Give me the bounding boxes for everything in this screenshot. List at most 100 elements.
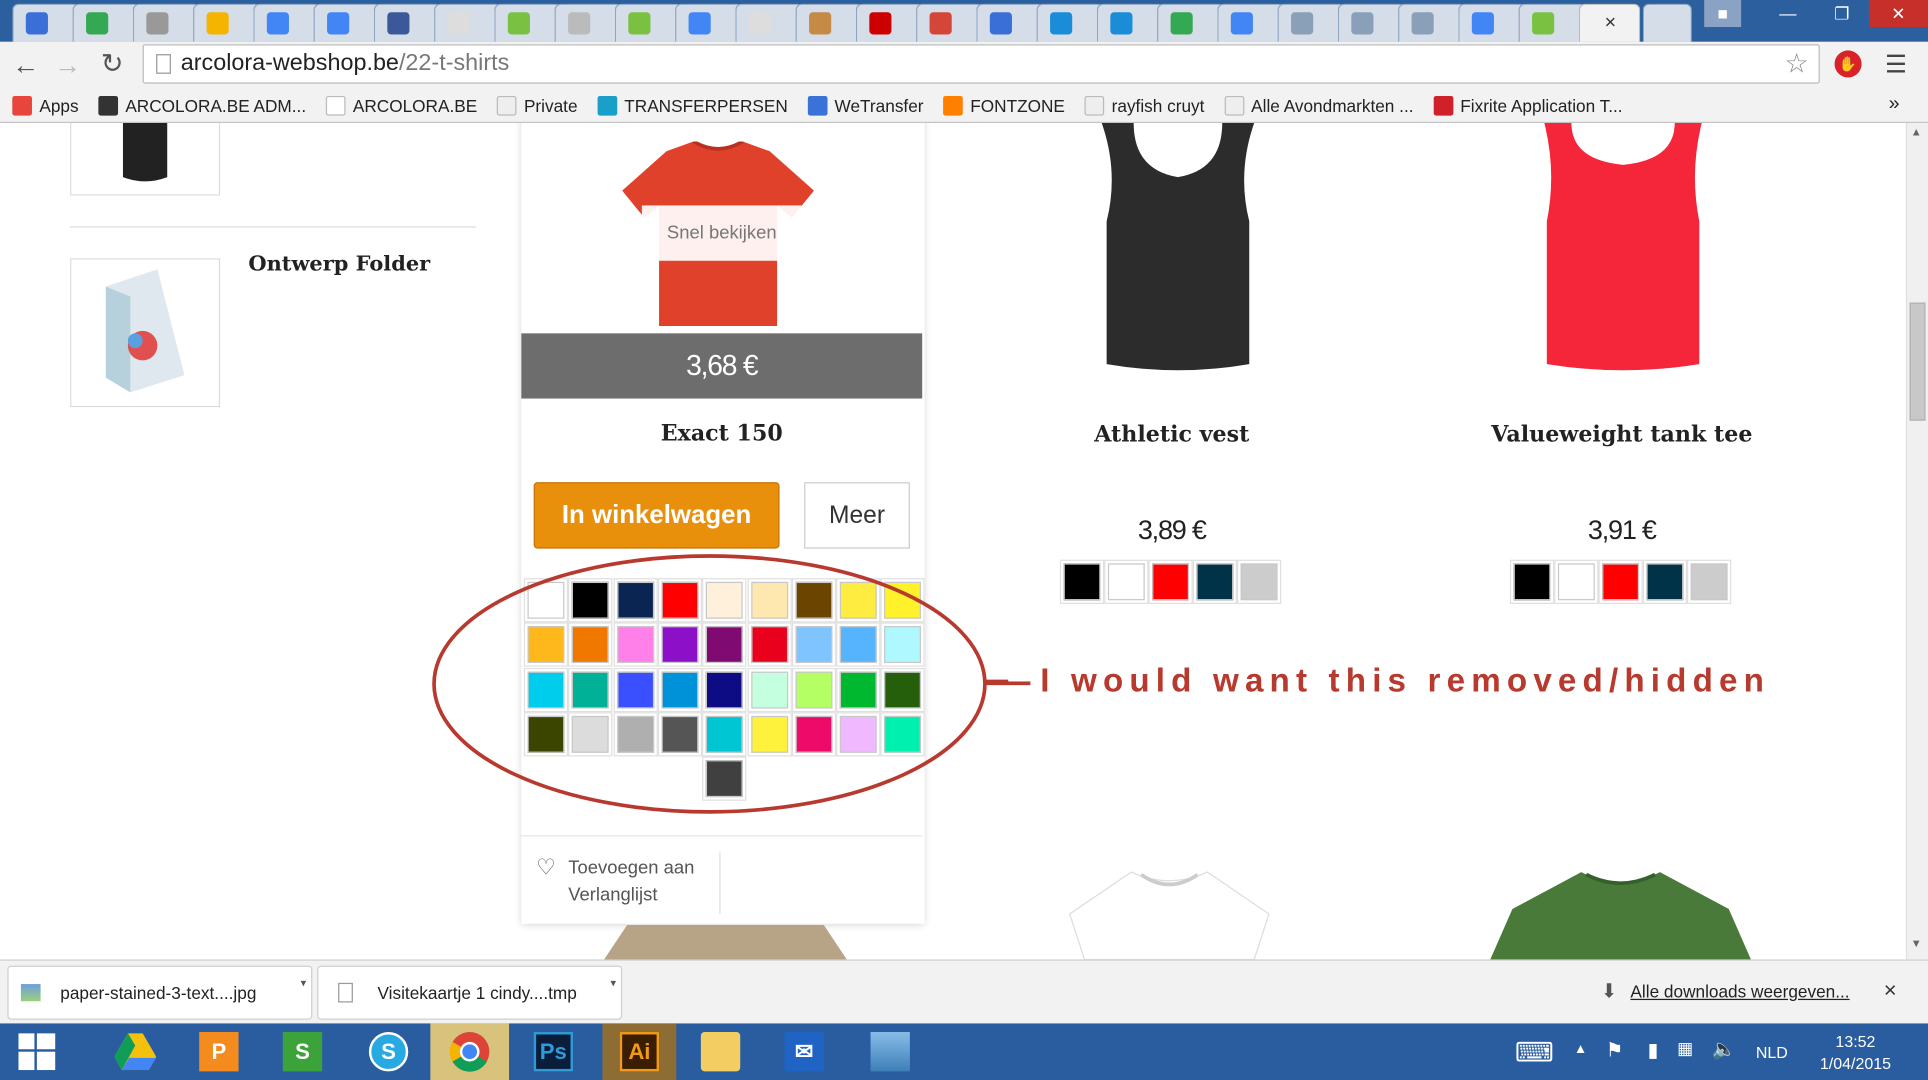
download-item-2-arrow-icon[interactable]: ▾ [610, 977, 616, 991]
bookmark-item[interactable]: Alle Avondmarkten ... [1224, 95, 1414, 116]
close-window-icon[interactable]: ✕ [1868, 0, 1928, 28]
keyboard-icon[interactable]: ⌨ [1515, 1037, 1554, 1069]
taskbar-chrome[interactable] [430, 1023, 510, 1080]
color-swatch[interactable] [1192, 559, 1237, 604]
taskbar-photoshop[interactable]: Ps [516, 1023, 590, 1080]
vertical-scrollbar[interactable]: ▲ ▼ [1905, 123, 1928, 960]
browser-tab[interactable] [313, 3, 382, 42]
taskbar-sheets[interactable]: S [266, 1023, 340, 1080]
start-button[interactable] [0, 1023, 74, 1080]
scroll-thumb[interactable] [1909, 302, 1926, 421]
browser-tab[interactable] [132, 3, 201, 42]
browser-tab[interactable] [1277, 3, 1346, 42]
browser-tab[interactable] [1217, 3, 1285, 42]
input-language[interactable]: NLD [1756, 1043, 1788, 1061]
taskbar-pages[interactable]: P [182, 1023, 256, 1080]
browser-tab[interactable] [554, 3, 623, 42]
wishlist-button[interactable]: ♡ Toevoegen aan Verlanglijst [536, 855, 694, 909]
browser-tab[interactable] [916, 3, 984, 42]
tray-up-icon[interactable]: ▲ [1574, 1042, 1587, 1057]
download-item-2[interactable]: Visitekaartje 1 cindy....tmp ▾ [317, 965, 623, 1020]
valueweight-tank-name[interactable]: Valueweight tank tee [1437, 422, 1806, 448]
sidebar-thumb-tank[interactable] [70, 123, 221, 196]
clock[interactable]: 13:52 1/04/2015 [1812, 1031, 1898, 1075]
browser-tab[interactable] [1398, 3, 1466, 42]
featured-product-name[interactable]: Exact 150 [521, 421, 922, 447]
battery-icon[interactable]: ▮ [1648, 1038, 1659, 1063]
browser-tab[interactable] [976, 3, 1044, 42]
bookmark-item[interactable]: Apps [12, 95, 79, 116]
taskbar-mail[interactable]: ✉ [767, 1023, 841, 1080]
star-icon[interactable]: ☆ [1784, 48, 1808, 80]
color-swatch[interactable] [1642, 559, 1687, 604]
browser-tab[interactable] [614, 3, 683, 42]
reload-icon[interactable]: ↻ [101, 48, 124, 80]
bookmark-item[interactable]: ARCOLORA.BE ADM... [98, 95, 306, 116]
browser-tab[interactable] [1458, 3, 1526, 42]
download-item-1[interactable]: paper-stained-3-text....jpg ▾ [7, 965, 313, 1020]
browser-tab[interactable] [1337, 3, 1406, 42]
color-swatch[interactable] [1104, 559, 1149, 604]
user-icon[interactable]: ■ [1704, 0, 1742, 28]
color-swatch[interactable] [1686, 559, 1732, 604]
new-tab-button[interactable] [1642, 3, 1692, 42]
athletic-vest-image[interactable] [1092, 123, 1264, 375]
color-swatch[interactable] [1059, 559, 1105, 604]
bookmark-item[interactable]: rayfish cruyt [1084, 95, 1204, 116]
color-swatch[interactable] [1236, 559, 1282, 604]
taskbar-skype[interactable]: S [352, 1023, 426, 1080]
browser-tab[interactable] [1518, 3, 1587, 42]
browser-tab[interactable] [373, 3, 442, 42]
browser-tab[interactable] [1157, 3, 1225, 42]
browser-tab[interactable] [675, 3, 743, 42]
scroll-down-icon[interactable]: ▼ [1911, 937, 1922, 949]
minimize-icon[interactable]: — [1761, 0, 1815, 27]
scroll-up-icon[interactable]: ▲ [1911, 125, 1922, 137]
add-to-cart-button[interactable]: In winkelwagen [533, 482, 780, 549]
beige-tshirt-image[interactable] [602, 925, 848, 960]
browser-tab[interactable] [434, 3, 502, 42]
browser-tab[interactable] [72, 3, 141, 42]
taskbar-explorer[interactable] [684, 1023, 758, 1080]
browser-tab[interactable] [12, 3, 80, 42]
download-item-1-arrow-icon[interactable]: ▾ [301, 977, 307, 991]
color-swatch[interactable] [1598, 559, 1643, 604]
bookmark-item[interactable]: Fixrite Application T... [1433, 95, 1623, 116]
maximize-icon[interactable]: ❐ [1815, 0, 1869, 27]
show-all-downloads-link[interactable]: Alle downloads weergeven... [1630, 982, 1849, 1002]
bookmarks-overflow-icon[interactable]: » [1889, 93, 1900, 115]
bookmark-item[interactable]: ARCOLORA.BE [325, 95, 477, 116]
color-swatch[interactable] [1509, 559, 1555, 604]
browser-tab[interactable] [735, 3, 803, 42]
flag-icon[interactable]: ⚑ [1606, 1038, 1624, 1063]
active-browser-tab[interactable]: × [1578, 3, 1641, 42]
athletic-vest-name[interactable]: Athletic vest [987, 422, 1356, 448]
extension-stop-icon[interactable]: ✋ [1834, 50, 1862, 78]
taskbar-photos[interactable] [853, 1023, 927, 1080]
browser-tab[interactable] [855, 3, 924, 42]
bookmark-item[interactable]: Private [496, 95, 578, 116]
signal-icon[interactable]: ▦ [1677, 1038, 1693, 1059]
green-tshirt-image[interactable] [1476, 865, 1766, 960]
browser-tab[interactable] [1096, 3, 1165, 42]
browser-tab[interactable] [253, 3, 321, 42]
valueweight-tank-image[interactable] [1537, 123, 1709, 375]
taskbar-illustrator[interactable]: Ai [602, 1023, 677, 1080]
color-swatch[interactable] [1148, 559, 1193, 604]
tab-close-icon[interactable]: × [1605, 12, 1616, 34]
browser-tab[interactable] [193, 3, 261, 42]
sidebar-item-title[interactable]: Ontwerp Folder [248, 252, 430, 277]
forward-icon[interactable]: → [54, 49, 81, 81]
browser-tab[interactable] [494, 3, 562, 42]
color-swatch[interactable] [1554, 559, 1599, 604]
browser-tab[interactable] [795, 3, 864, 42]
volume-icon[interactable]: 🔈 [1712, 1037, 1736, 1062]
more-button[interactable]: Meer [804, 482, 910, 549]
close-downloads-icon[interactable]: × [1884, 978, 1897, 1004]
browser-tab[interactable] [1036, 3, 1105, 42]
bookmark-item[interactable]: TRANSFERPERSEN [597, 95, 788, 116]
quick-view-button[interactable]: Snel bekijken [641, 205, 802, 261]
address-bar[interactable]: arcolora-webshop.be/22-t-shirts ☆ [142, 44, 1820, 84]
menu-icon[interactable]: ☰ [1885, 49, 1907, 80]
bookmark-item[interactable]: FONTZONE [943, 95, 1065, 116]
